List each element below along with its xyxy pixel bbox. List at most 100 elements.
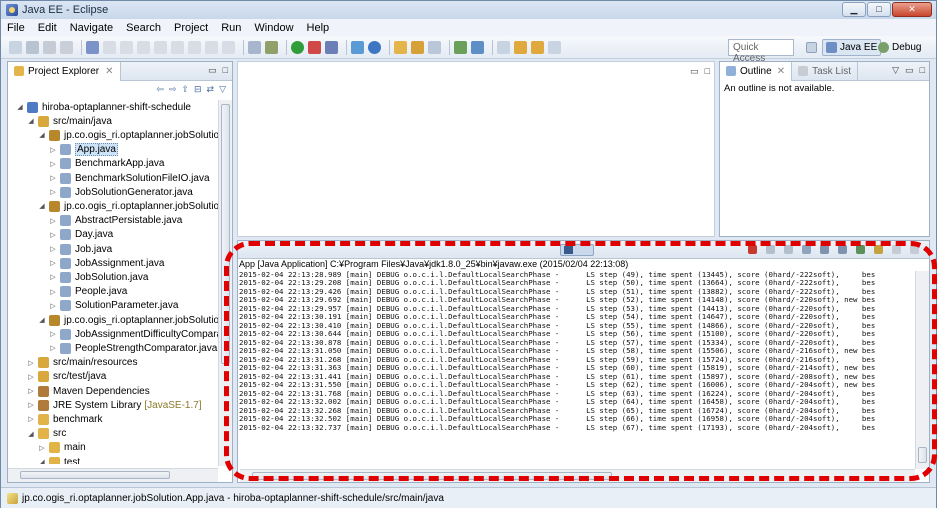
console-vscroll-thumb[interactable] xyxy=(918,447,927,463)
tree-item-file[interactable]: ▷ JobAssignment.java xyxy=(49,256,165,270)
menu-window[interactable]: Window xyxy=(254,22,293,34)
menu-file[interactable]: File xyxy=(7,22,25,34)
menu-navigate[interactable]: Navigate xyxy=(70,22,113,34)
open-task-icon[interactable] xyxy=(411,40,424,54)
maximize-editor-icon[interactable]: □ xyxy=(705,66,710,77)
tree-item-source-folder[interactable]: ▷ src/test/java xyxy=(27,370,106,384)
explorer-vscroll-thumb[interactable] xyxy=(221,104,230,364)
up-icon[interactable]: ⇧ xyxy=(181,84,189,95)
back-nav-icon[interactable]: ⇦ xyxy=(156,84,164,95)
tree-item-folder[interactable]: ▷ main xyxy=(38,441,86,455)
save-icon[interactable] xyxy=(26,40,39,54)
perspective-javaee[interactable]: Java EE xyxy=(822,39,882,56)
close-tab-icon[interactable]: ✕ xyxy=(105,66,113,77)
pin-icon[interactable] xyxy=(548,40,561,54)
forward-nav-icon[interactable]: ⇨ xyxy=(169,84,177,95)
terminate-icon[interactable] xyxy=(154,40,167,54)
open-console-icon[interactable] xyxy=(874,245,883,254)
back-icon[interactable] xyxy=(514,40,527,54)
debug-icon[interactable] xyxy=(308,40,321,54)
console-vscrollbar[interactable] xyxy=(915,271,929,469)
minimize-button[interactable]: ▁ xyxy=(842,2,866,17)
tree-item-folder[interactable]: ◢ test xyxy=(38,455,80,464)
tree-item-file[interactable]: ▷ AbstractPersistable.java xyxy=(49,214,182,228)
menu-search[interactable]: Search xyxy=(126,22,161,34)
tree-item-folder[interactable]: ◢ src xyxy=(27,427,66,441)
explorer-hscrollbar[interactable] xyxy=(8,468,218,482)
collapsed-arrow-icon[interactable]: ▷ xyxy=(49,302,57,310)
expanded-arrow-icon[interactable]: ◢ xyxy=(16,103,24,111)
disconnect-icon[interactable] xyxy=(171,40,184,54)
maximize-console-icon[interactable] xyxy=(910,245,919,254)
minimize-editor-icon[interactable]: ▭ xyxy=(690,66,699,77)
annotation-prev-icon[interactable] xyxy=(471,40,484,54)
collapsed-arrow-icon[interactable]: ▷ xyxy=(49,259,57,267)
menu-help[interactable]: Help xyxy=(307,22,330,34)
step-into-icon[interactable] xyxy=(188,40,201,54)
scroll-lock-icon[interactable] xyxy=(820,245,829,254)
collapsed-arrow-icon[interactable]: ▷ xyxy=(49,273,57,281)
collapsed-arrow-icon[interactable]: ▷ xyxy=(49,344,57,352)
maximize-view-icon[interactable]: □ xyxy=(223,65,228,76)
external-tools-icon[interactable] xyxy=(325,40,338,54)
expanded-arrow-icon[interactable]: ◢ xyxy=(38,202,46,210)
tree-item-file[interactable]: ▷ Day.java xyxy=(49,228,113,242)
collapsed-arrow-icon[interactable]: ▷ xyxy=(49,231,57,239)
tree-item-source-folder[interactable]: ▷ src/main/resources xyxy=(27,356,137,370)
maximize-outline-icon[interactable]: □ xyxy=(920,65,925,76)
view-menu-icon[interactable]: ▽ xyxy=(219,84,226,95)
explorer-hscroll-thumb[interactable] xyxy=(20,471,170,479)
expanded-arrow-icon[interactable]: ◢ xyxy=(27,430,35,438)
resume-icon[interactable] xyxy=(120,40,133,54)
suspend-icon[interactable] xyxy=(137,40,150,54)
display-console-icon[interactable] xyxy=(856,245,865,254)
tool-icon[interactable] xyxy=(86,40,99,54)
console-output[interactable]: 2015-02-04 22:13:28.989 [main] DEBUG o.o… xyxy=(239,271,907,466)
collapsed-arrow-icon[interactable]: ▷ xyxy=(27,415,35,423)
tree-item-file[interactable]: ▷ JobAssignmentDifficultyComparator.java xyxy=(49,327,232,341)
menu-project[interactable]: Project xyxy=(174,22,208,34)
tree-item-file[interactable]: ▷ PeopleStrengthComparator.java xyxy=(49,341,217,355)
annotation-next-icon[interactable] xyxy=(454,40,467,54)
remove-launch-icon[interactable] xyxy=(766,245,775,254)
menu-run[interactable]: Run xyxy=(221,22,241,34)
minimize-console-icon[interactable] xyxy=(892,245,901,254)
open-type-icon[interactable] xyxy=(394,40,407,54)
tree-item-file[interactable]: ▷ Job.java xyxy=(49,242,112,256)
minimize-view-icon[interactable]: ▭ xyxy=(208,65,217,76)
link-editor-icon[interactable]: ⇄ xyxy=(207,84,215,95)
pin-console-icon[interactable] xyxy=(838,245,847,254)
close-outline-icon[interactable]: ✕ xyxy=(777,66,785,77)
outline-menu-icon[interactable]: ▽ xyxy=(892,65,899,76)
collapsed-arrow-icon[interactable]: ▷ xyxy=(49,217,57,225)
tree-item-package[interactable]: ◢ jp.co.ogis_ri.optaplanner.jobSolution.d… xyxy=(38,313,232,327)
console-hscrollbar[interactable] xyxy=(240,469,915,482)
step-over-icon[interactable] xyxy=(205,40,218,54)
collapsed-arrow-icon[interactable]: ▷ xyxy=(49,330,57,338)
collapsed-arrow-icon[interactable]: ▷ xyxy=(49,245,57,253)
tree-item-library[interactable]: ▷ Maven Dependencies xyxy=(27,384,150,398)
tab-project-explorer[interactable]: Project Explorer ✕ xyxy=(8,61,121,81)
open-perspective-icon[interactable] xyxy=(806,39,820,56)
terminate-console-icon[interactable] xyxy=(748,245,757,254)
clear-console-icon[interactable] xyxy=(802,245,811,254)
tree-item-file[interactable]: ▷ People.java xyxy=(49,285,127,299)
tree-item-package[interactable]: ◢ jp.co.ogis_ri.optaplanner.jobSolution.d… xyxy=(38,199,232,213)
tree-item-project[interactable]: ◢ hiroba-optaplanner-shift-schedule xyxy=(16,100,191,114)
tree-item-library[interactable]: ▷ JRE System Library [JavaSE-1.7] xyxy=(27,398,202,412)
close-button[interactable]: ✕ xyxy=(892,2,932,17)
tree-item-source-folder[interactable]: ◢ src/main/java xyxy=(27,114,112,128)
new-package-icon[interactable] xyxy=(368,40,381,54)
collapsed-arrow-icon[interactable]: ▷ xyxy=(49,288,57,296)
tree-item-file[interactable]: ▷ BenchmarkApp.java xyxy=(49,157,165,171)
remove-all-icon[interactable] xyxy=(784,245,793,254)
collapsed-arrow-icon[interactable]: ▷ xyxy=(27,359,35,367)
collapsed-arrow-icon[interactable]: ▷ xyxy=(49,174,57,182)
tab-outline[interactable]: Outline ✕ xyxy=(720,61,793,81)
collapsed-arrow-icon[interactable]: ▷ xyxy=(38,444,46,452)
print-icon[interactable] xyxy=(60,40,73,54)
collapsed-arrow-icon[interactable]: ▷ xyxy=(27,387,35,395)
console-hscroll-thumb[interactable] xyxy=(252,472,612,480)
tree-item-file[interactable]: ▷ App.java xyxy=(49,143,118,157)
search-icon[interactable] xyxy=(428,40,441,54)
